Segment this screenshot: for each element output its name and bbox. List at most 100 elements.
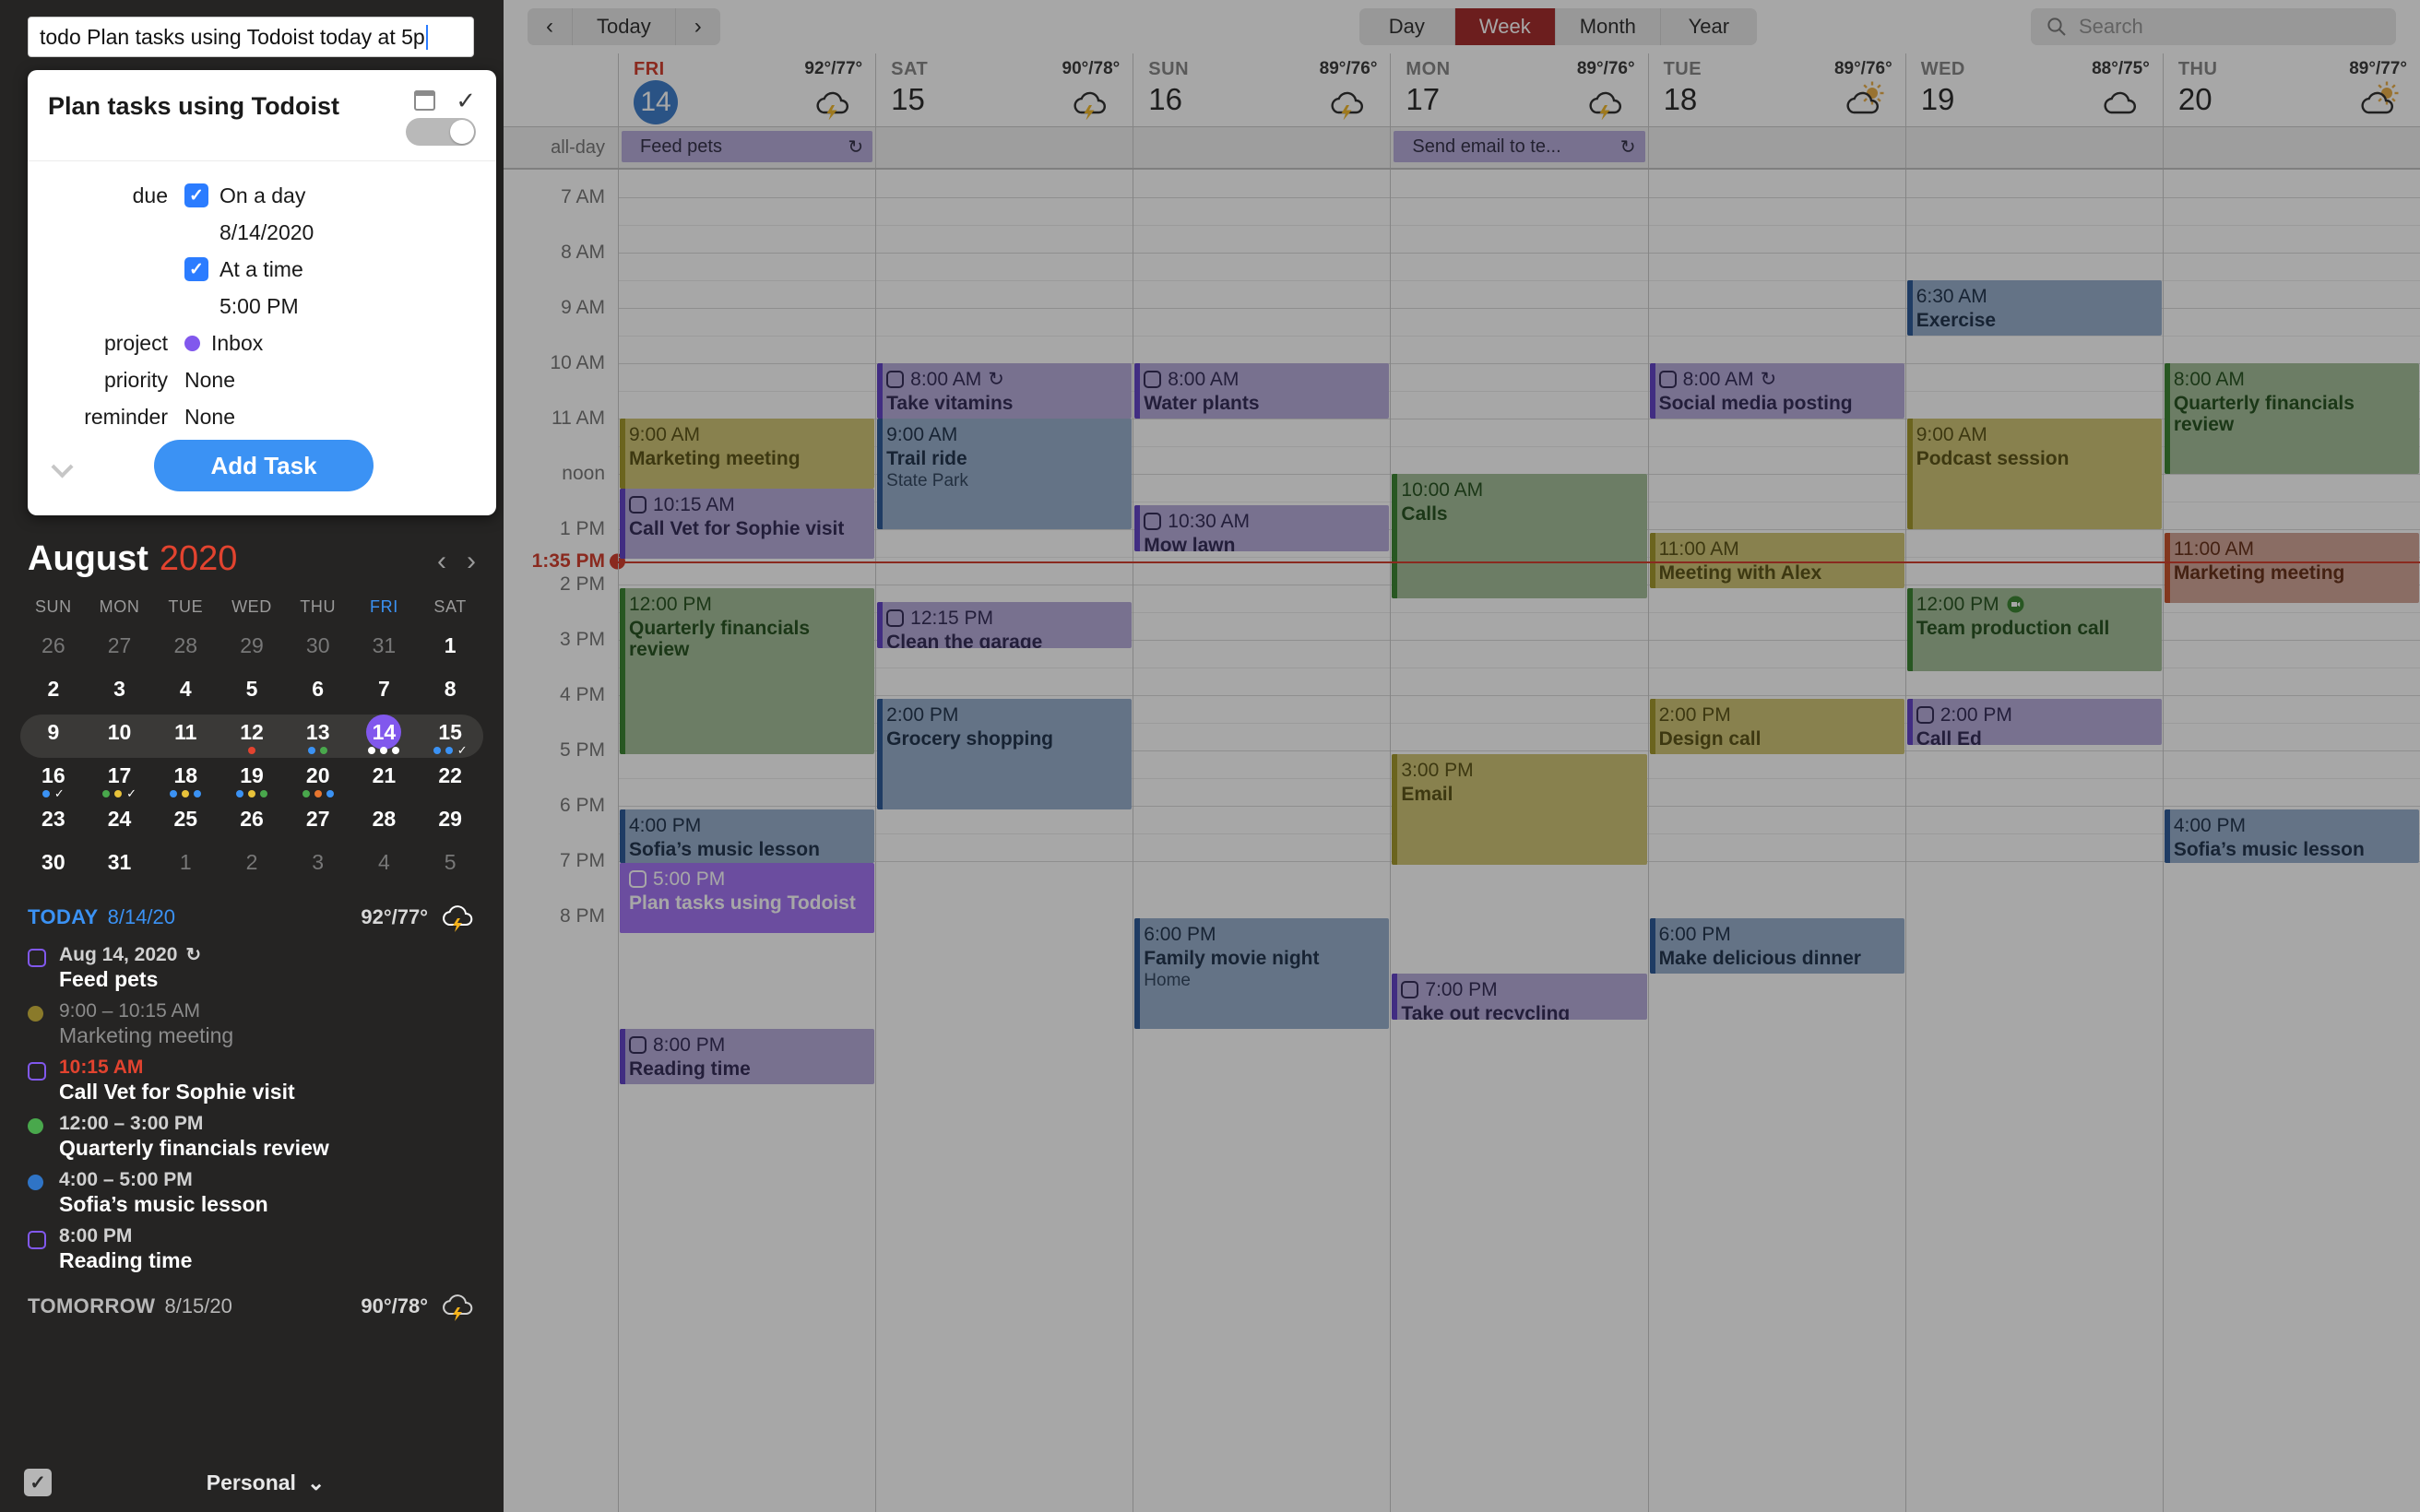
search-box[interactable]: Search bbox=[2031, 8, 2396, 45]
calendar-event[interactable]: 6:30 AM Exercise bbox=[1906, 280, 2162, 336]
next-week-button[interactable]: › bbox=[676, 8, 720, 45]
project-value[interactable]: Inbox bbox=[211, 331, 263, 356]
on-a-day-checkbox[interactable]: ✓ bbox=[184, 183, 208, 207]
calendar-event[interactable]: 2:00 PM Call Ed bbox=[1906, 699, 2162, 745]
agenda-item[interactable]: 10:15 AM Call Vet for Sophie visit bbox=[28, 1057, 476, 1104]
all-day-event[interactable]: Feed pets ↻ bbox=[622, 131, 873, 162]
all-day-event[interactable]: Send email to te... ↻ bbox=[1394, 131, 1645, 162]
agenda-item[interactable]: Aug 14, 2020 ↻ Feed pets bbox=[28, 943, 476, 992]
mini-day-cell[interactable]: 13 bbox=[285, 715, 351, 758]
day-column-6[interactable]: 8:00 AM Quarterly financials review 11:00 … bbox=[2162, 170, 2420, 1512]
day-header-wed[interactable]: WED 19 88°/75° bbox=[1904, 53, 2163, 126]
calendar-event[interactable]: 9:00 AM Podcast session bbox=[1906, 419, 2162, 529]
mini-day-cell[interactable]: 7 bbox=[351, 671, 418, 715]
mini-day-cell[interactable]: 26 bbox=[20, 628, 87, 671]
calendar-event[interactable]: 10:30 AM Mow lawn bbox=[1134, 505, 1390, 551]
chevron-down-icon[interactable] bbox=[52, 459, 76, 472]
day-column-0[interactable]: 9:00 AM Marketing meeting 10:15 AM Call Vet… bbox=[618, 170, 876, 1512]
prev-week-button[interactable]: ‹ bbox=[528, 8, 573, 45]
calendar-event[interactable]: 12:15 PM Clean the garage bbox=[877, 602, 1133, 648]
mini-day-cell[interactable]: 14 bbox=[351, 715, 418, 758]
project-row[interactable]: project Inbox bbox=[28, 327, 496, 359]
mini-day-cell[interactable]: 28 bbox=[351, 801, 418, 845]
calendar-event[interactable]: 9:00 AM Trail ride State Park bbox=[877, 419, 1133, 529]
quick-entry-input[interactable]: todo Plan tasks using Todoist today at 5… bbox=[28, 17, 474, 57]
calendar-event[interactable]: 6:00 PM Make delicious dinner bbox=[1649, 918, 1904, 974]
view-tab-week[interactable]: Week bbox=[1454, 8, 1556, 45]
task-checkbox[interactable] bbox=[28, 1062, 46, 1081]
mini-day-cell[interactable]: 29 bbox=[219, 628, 285, 671]
all-day-cell-2[interactable] bbox=[1133, 127, 1390, 168]
mini-day-cell[interactable]: 24 bbox=[87, 801, 153, 845]
mini-day-cell[interactable]: 8 bbox=[417, 671, 483, 715]
mini-day-cell[interactable]: 1 bbox=[152, 845, 219, 888]
view-tab-year[interactable]: Year bbox=[1661, 8, 1757, 45]
day-header-sun[interactable]: SUN 16 89°/76° bbox=[1133, 53, 1390, 126]
reminder-value[interactable]: None bbox=[184, 405, 235, 430]
calendar-event[interactable]: 5:00 PM Plan tasks using Todoist bbox=[620, 863, 875, 933]
calendar-event[interactable]: 6:00 PM Family movie night Home bbox=[1134, 918, 1390, 1029]
at-a-time-checkbox[interactable]: ✓ bbox=[184, 257, 208, 281]
mini-day-cell[interactable]: 4 bbox=[152, 671, 219, 715]
all-day-cell-0[interactable]: Feed pets ↻ bbox=[618, 127, 875, 168]
day-column-1[interactable]: 8:00 AM ↻ Take vitamins 9:00 AM Trail ride St… bbox=[875, 170, 1133, 1512]
day-header-tue[interactable]: TUE 18 89°/76° bbox=[1647, 53, 1905, 126]
task-checkbox[interactable] bbox=[1401, 981, 1419, 999]
mini-day-cell[interactable]: 3 bbox=[285, 845, 351, 888]
all-day-cell-4[interactable] bbox=[1647, 127, 1905, 168]
priority-value[interactable]: None bbox=[184, 368, 235, 393]
today-button[interactable]: Today bbox=[573, 8, 676, 45]
mini-day-cell[interactable]: 22 bbox=[417, 758, 483, 801]
agenda-item[interactable]: 4:00 – 5:00 PM Sofia’s music lesson bbox=[28, 1169, 476, 1217]
calendar-event[interactable]: 8:00 AM ↻ Take vitamins bbox=[877, 363, 1133, 419]
mini-day-cell[interactable]: 12 bbox=[219, 715, 285, 758]
calendar-event[interactable]: 11:00 AM Marketing meeting bbox=[2164, 533, 2419, 603]
calendar-event[interactable]: 8:00 PM Reading time bbox=[620, 1029, 875, 1084]
agenda-item[interactable]: 12:00 – 3:00 PM Quarterly financials revi… bbox=[28, 1113, 476, 1161]
mini-day-cell[interactable]: 11 bbox=[152, 715, 219, 758]
calendar-event[interactable]: 2:00 PM Design call bbox=[1649, 699, 1904, 754]
all-day-cell-1[interactable] bbox=[875, 127, 1133, 168]
mini-day-cell[interactable]: 5 bbox=[219, 671, 285, 715]
mini-day-cell[interactable]: 10 bbox=[87, 715, 153, 758]
at-a-time-row[interactable]: ✓ At a time bbox=[28, 254, 496, 285]
calendar-event[interactable]: 9:00 AM Marketing meeting bbox=[620, 419, 875, 489]
mini-day-cell[interactable]: 20 bbox=[285, 758, 351, 801]
mini-day-cell[interactable]: 31 bbox=[351, 628, 418, 671]
calendar-event[interactable]: 3:00 PM Email bbox=[1392, 754, 1647, 865]
mini-day-cell[interactable]: 31 bbox=[87, 845, 153, 888]
mini-day-cell[interactable]: 29 bbox=[417, 801, 483, 845]
mini-day-cell[interactable]: 17 ✓ bbox=[87, 758, 153, 801]
agenda-item[interactable]: 9:00 – 10:15 AM Marketing meeting bbox=[28, 1000, 476, 1048]
mini-day-cell[interactable]: 18 bbox=[152, 758, 219, 801]
task-checkbox[interactable] bbox=[1144, 513, 1162, 531]
calendar-event[interactable]: 12:00 PM Quarterly financials review bbox=[620, 588, 875, 754]
task-checkbox[interactable] bbox=[629, 870, 647, 889]
mini-day-cell[interactable]: 26 bbox=[219, 801, 285, 845]
mini-day-cell[interactable]: 16 ✓ bbox=[20, 758, 87, 801]
calendar-event[interactable]: 4:00 PM Sofia’s music lesson bbox=[620, 809, 875, 863]
task-checkbox[interactable] bbox=[629, 1036, 647, 1055]
all-day-cell-3[interactable]: Send email to te... ↻ bbox=[1390, 127, 1647, 168]
task-checkbox[interactable] bbox=[629, 496, 647, 514]
due-date-row[interactable]: 8/14/2020 bbox=[28, 217, 496, 248]
mini-day-cell[interactable]: 19 bbox=[219, 758, 285, 801]
show-tasks-toggle[interactable]: ✓ bbox=[24, 1469, 52, 1496]
due-on-day-row[interactable]: due ✓ On a day bbox=[28, 180, 496, 211]
calendar-event[interactable]: 7:00 PM Take out recycling bbox=[1392, 974, 1647, 1020]
task-checkbox[interactable] bbox=[28, 1231, 46, 1249]
task-checkbox[interactable] bbox=[886, 371, 905, 389]
mini-day-cell[interactable]: 2 bbox=[219, 845, 285, 888]
mini-day-cell[interactable]: 3 bbox=[87, 671, 153, 715]
calendar-event[interactable]: 8:00 AM ↻ Social media posting bbox=[1649, 363, 1904, 419]
due-date-value[interactable]: 8/14/2020 bbox=[219, 220, 314, 245]
day-column-2[interactable]: 8:00 AM Water plants 10:30 AM Mow lawn 6:00 … bbox=[1133, 170, 1391, 1512]
all-day-cell-6[interactable] bbox=[2162, 127, 2420, 168]
calendar-event[interactable]: 11:00 AM Meeting with Alex bbox=[1649, 533, 1904, 588]
day-header-fri[interactable]: FRI 14 92°/77° bbox=[618, 53, 875, 126]
mini-day-cell[interactable]: 23 bbox=[20, 801, 87, 845]
mini-day-cell[interactable]: 1 bbox=[417, 628, 483, 671]
mini-day-cell[interactable]: 27 bbox=[87, 628, 153, 671]
add-task-button[interactable]: Add Task bbox=[154, 440, 374, 491]
task-checkbox[interactable] bbox=[886, 609, 905, 628]
